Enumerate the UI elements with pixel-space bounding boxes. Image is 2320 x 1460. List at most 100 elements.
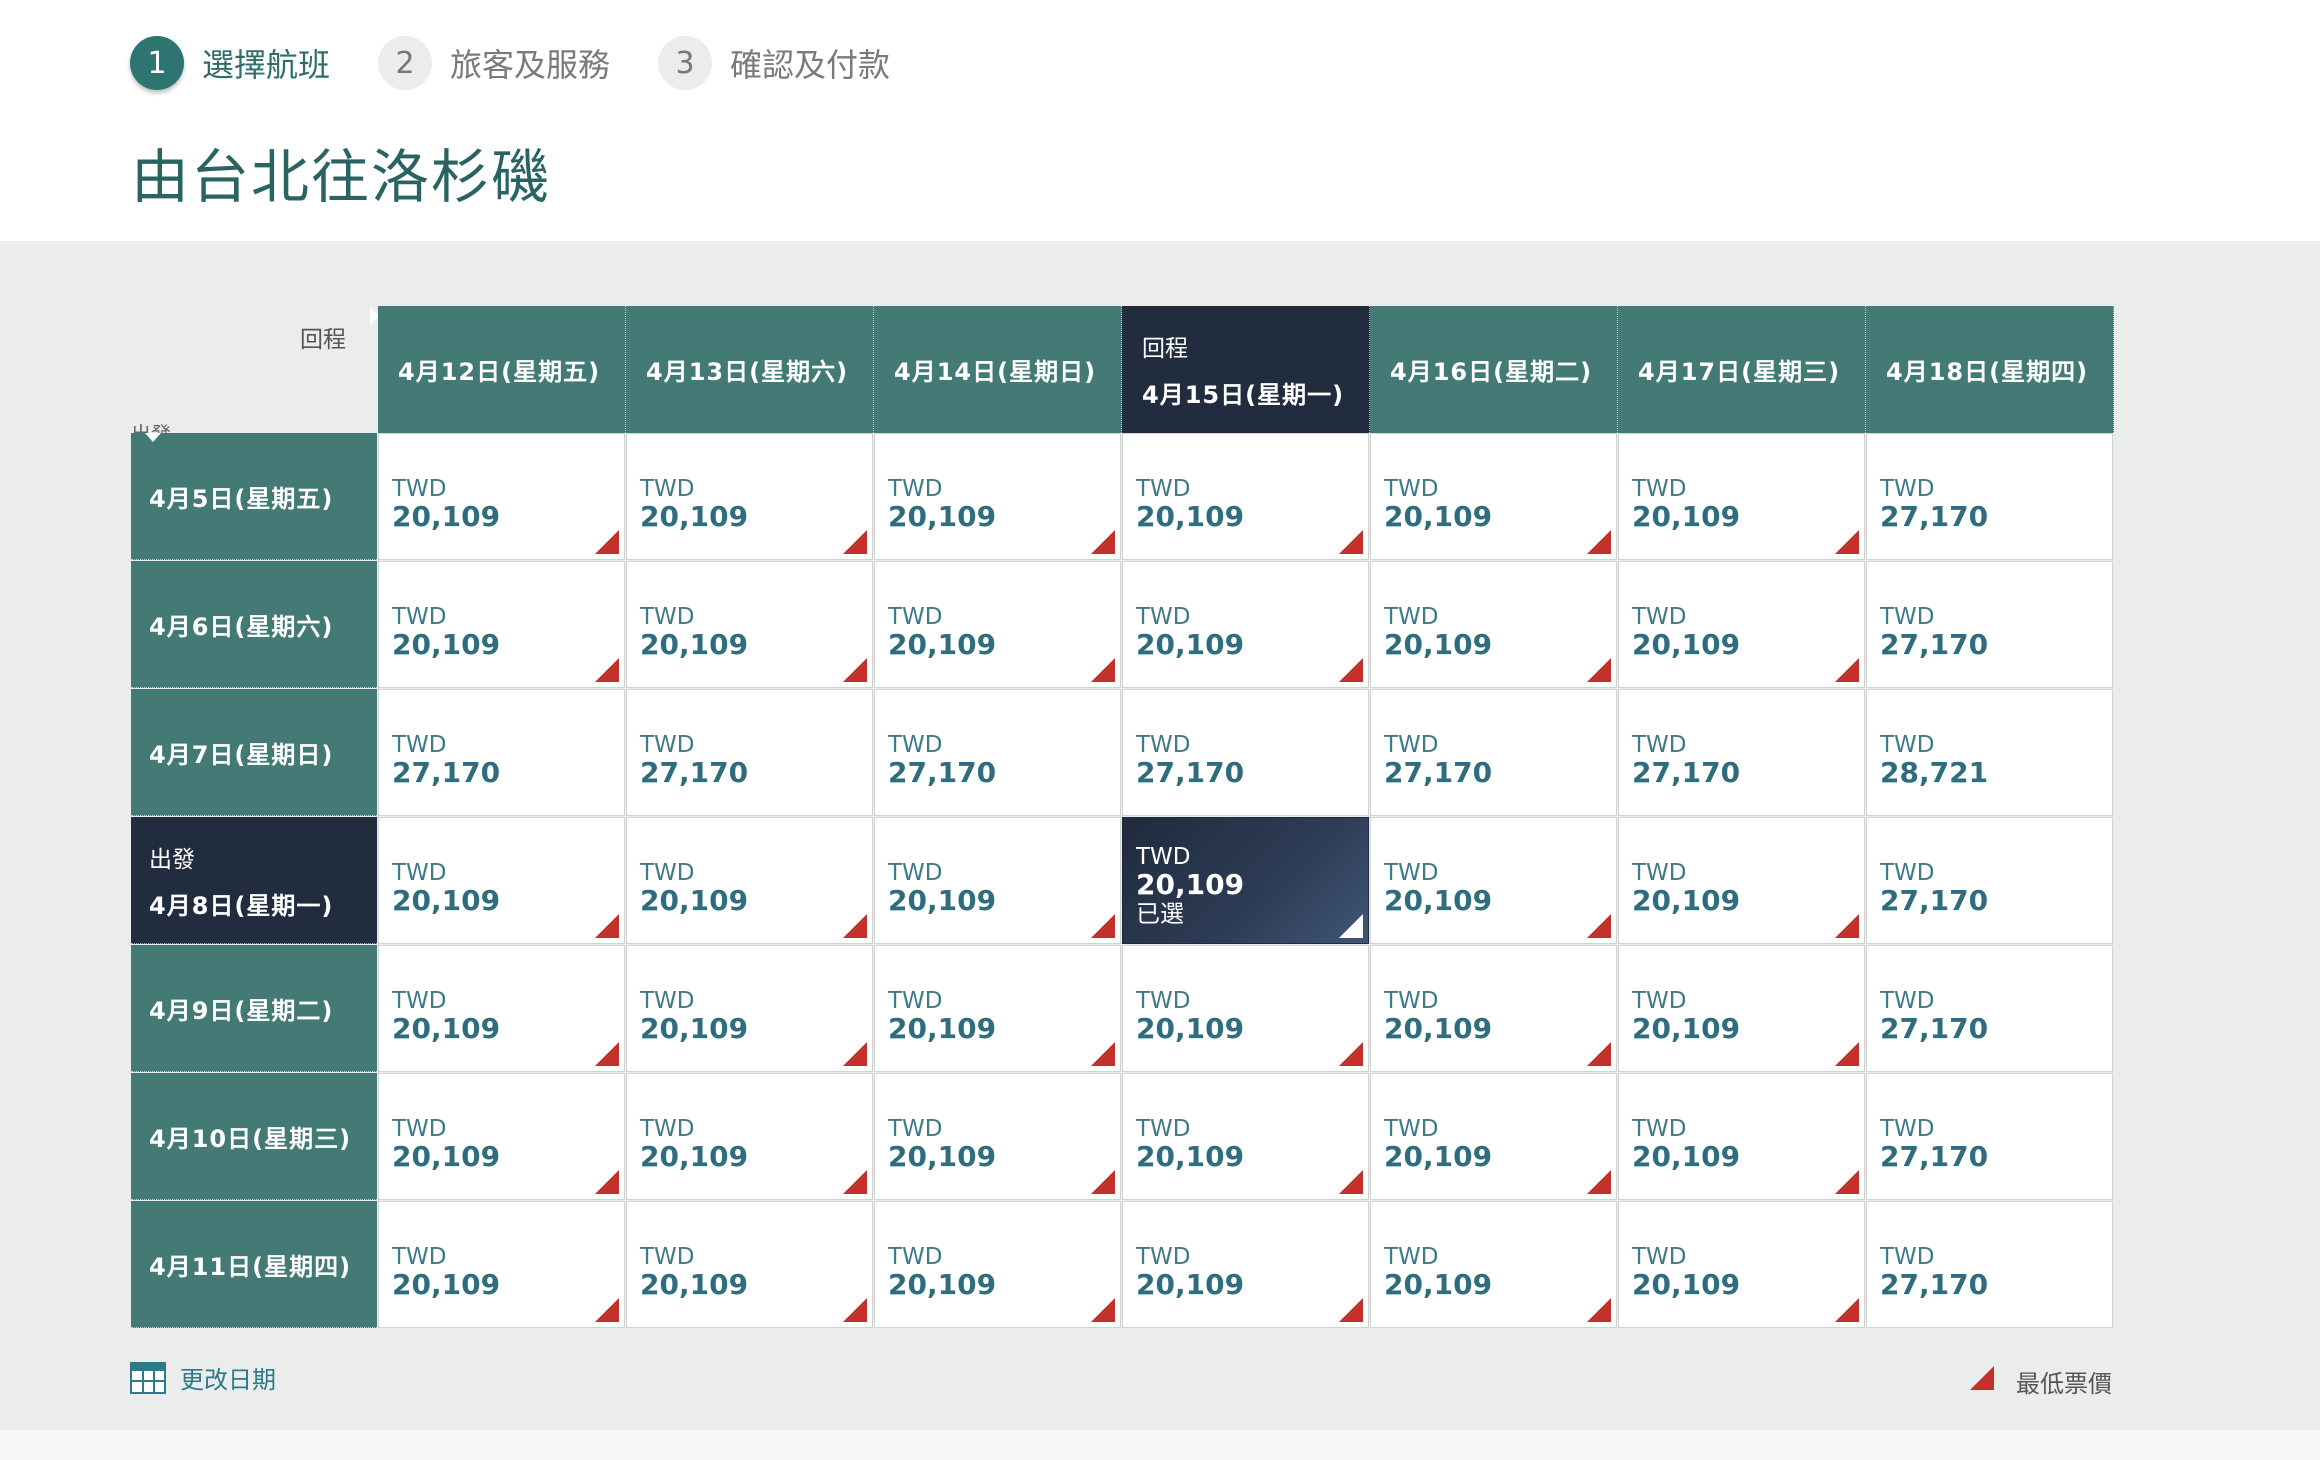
fare-cell[interactable]: TWD27,170已選 — [1866, 1073, 2113, 1200]
fare-cell[interactable]: TWD20,109已選 — [626, 433, 873, 560]
fare-cell[interactable]: TWD20,109已選 — [874, 433, 1121, 560]
fare-cell[interactable]: TWD20,109已選 — [1618, 817, 1865, 944]
lowest-fare-marker-icon — [1587, 914, 1611, 938]
fare-currency: TWD — [1632, 732, 1687, 758]
fare-cell[interactable]: TWD20,109已選 — [378, 561, 625, 688]
fare-cell[interactable]: TWD27,170已選 — [1370, 689, 1617, 816]
fare-cell[interactable]: TWD20,109已選 — [1122, 1073, 1369, 1200]
lowest-fare-marker-icon — [1835, 658, 1859, 682]
fare-cell[interactable]: TWD20,109已選 — [1370, 433, 1617, 560]
fare-cell[interactable]: TWD20,109已選 — [1618, 1201, 1865, 1328]
step-confirm-pay[interactable]: 3 確認及付款 — [658, 36, 890, 90]
fare-currency: TWD — [392, 1116, 447, 1142]
fare-cell[interactable]: TWD20,109已選 — [874, 945, 1121, 1072]
fare-cell[interactable]: TWD20,109已選 — [1618, 1073, 1865, 1200]
fare-amount: 20,109 — [1384, 1268, 1493, 1301]
return-date-header[interactable]: 回程4月16日(星期二) — [1370, 306, 1618, 433]
fare-amount: 20,109 — [640, 884, 749, 917]
change-date-label: 更改日期 — [180, 1366, 276, 1394]
fare-cell[interactable]: TWD27,170已選 — [1866, 1201, 2113, 1328]
fare-cell[interactable]: TWD20,109已選 — [1370, 945, 1617, 1072]
fare-amount: 27,170 — [1880, 1012, 1989, 1045]
return-date-header[interactable]: 回程4月12日(星期五) — [378, 306, 626, 433]
fare-cell[interactable]: TWD20,109已選 — [378, 433, 625, 560]
step-passengers-services[interactable]: 2 旅客及服務 — [378, 36, 610, 90]
lowest-fare-marker-icon — [1587, 1042, 1611, 1066]
fare-cell[interactable]: TWD20,109已選 — [378, 1201, 625, 1328]
step-select-flight[interactable]: 1 選擇航班 — [130, 36, 330, 90]
fare-cell[interactable]: TWD20,109已選 — [1370, 561, 1617, 688]
fare-cell[interactable]: TWD20,109已選 — [1618, 945, 1865, 1072]
fare-cell[interactable]: TWD27,170已選 — [1866, 945, 2113, 1072]
fare-cell[interactable]: TWD20,109已選 — [1122, 561, 1369, 688]
fare-amount: 20,109 — [392, 500, 501, 533]
fare-cell[interactable]: TWD20,109已選 — [378, 945, 625, 1072]
fare-cell[interactable]: TWD28,721已選 — [1866, 689, 2113, 816]
lowest-fare-marker-icon — [843, 914, 867, 938]
step-label: 選擇航班 — [202, 46, 331, 84]
depart-date-header[interactable]: 出發4月9日(星期二) — [131, 945, 377, 1072]
fare-currency: TWD — [1632, 1244, 1687, 1270]
fare-currency: TWD — [888, 988, 943, 1014]
return-date-header[interactable]: 回程4月14日(星期日) — [874, 306, 1122, 433]
fare-cell[interactable]: TWD20,109已選 — [1370, 1201, 1617, 1328]
fare-cell[interactable]: TWD20,109已選 — [1618, 433, 1865, 560]
fare-cell[interactable]: TWD27,170已選 — [378, 689, 625, 816]
fare-cell[interactable]: TWD20,109已選 — [1370, 1073, 1617, 1200]
fare-cell[interactable]: TWD20,109已選 — [626, 1073, 873, 1200]
return-date-header[interactable]: 回程4月18日(星期四) — [1866, 306, 2114, 433]
lowest-fare-marker-icon — [843, 658, 867, 682]
fare-cell[interactable]: TWD27,170已選 — [1618, 689, 1865, 816]
fare-cell[interactable]: TWD20,109已選 — [874, 1073, 1121, 1200]
fare-amount: 20,109 — [640, 500, 749, 533]
fare-cell[interactable]: TWD20,109已選 — [874, 1201, 1121, 1328]
depart-date: 4月11日(星期四) — [149, 1252, 352, 1281]
fare-currency: TWD — [888, 604, 943, 630]
depart-date-header[interactable]: 出發4月11日(星期四) — [131, 1201, 377, 1328]
fare-cell[interactable]: TWD27,170已選 — [1122, 689, 1369, 816]
fare-cell[interactable]: TWD20,109已選 — [874, 561, 1121, 688]
lowest-fare-marker-icon — [1091, 1298, 1115, 1322]
fare-cell[interactable]: TWD20,109已選 — [378, 817, 625, 944]
fare-amount: 20,109 — [888, 1012, 997, 1045]
depart-date-header[interactable]: 出發 4月8日(星期一) — [131, 817, 377, 944]
bottom-strip — [0, 1430, 2320, 1460]
fare-currency: TWD — [392, 476, 447, 502]
fare-cell[interactable]: TWD20,109已選 — [1122, 433, 1369, 560]
fare-amount: 20,109 — [640, 628, 749, 661]
fare-currency: TWD — [1880, 604, 1935, 630]
return-date-header[interactable]: 回程4月13日(星期六) — [626, 306, 874, 433]
fare-cell[interactable]: TWD20,109已選 — [626, 561, 873, 688]
fare-cell[interactable]: TWD20,109已選 — [874, 817, 1121, 944]
fare-cell[interactable]: TWD20,109已選 — [1122, 1201, 1369, 1328]
depart-date: 4月7日(星期日) — [149, 740, 334, 769]
depart-date: 4月8日(星期一) — [149, 891, 334, 920]
fare-cell[interactable]: TWD27,170已選 — [874, 689, 1121, 816]
fare-cell[interactable]: TWD20,109已選 — [626, 945, 873, 1072]
change-date-link[interactable]: 更改日期 — [130, 1360, 276, 1395]
fare-cell[interactable]: TWD20,109已選 — [378, 1073, 625, 1200]
fare-cell[interactable]: TWD20,109已選 — [626, 817, 873, 944]
fare-cell[interactable]: TWD20,109已選 — [1122, 817, 1369, 944]
fare-amount: 20,109 — [1136, 868, 1245, 901]
depart-date-header[interactable]: 出發4月6日(星期六) — [131, 561, 377, 688]
fare-cell[interactable]: TWD20,109已選 — [1122, 945, 1369, 1072]
fare-cell[interactable]: TWD27,170已選 — [1866, 817, 2113, 944]
return-date-header[interactable]: 回程 4月15日(星期一) — [1122, 306, 1370, 433]
depart-date-header[interactable]: 出發4月10日(星期三) — [131, 1073, 377, 1200]
fare-cell[interactable]: TWD20,109已選 — [1370, 817, 1617, 944]
fare-cell[interactable]: TWD20,109已選 — [626, 1201, 873, 1328]
return-date-header[interactable]: 回程4月17日(星期三) — [1618, 306, 1866, 433]
depart-date-header[interactable]: 出發4月7日(星期日) — [131, 689, 377, 816]
fare-cell[interactable]: TWD20,109已選 — [1618, 561, 1865, 688]
calendar-icon — [130, 1361, 166, 1394]
fare-currency: TWD — [1384, 476, 1439, 502]
fare-cell[interactable]: TWD27,170已選 — [1866, 433, 2113, 560]
fare-currency: TWD — [1136, 476, 1191, 502]
fare-cell[interactable]: TWD27,170已選 — [626, 689, 873, 816]
lowest-fare-marker-icon — [843, 530, 867, 554]
fare-cell[interactable]: TWD27,170已選 — [1866, 561, 2113, 688]
depart-date-header[interactable]: 出發4月5日(星期五) — [131, 433, 377, 560]
fare-currency: TWD — [1880, 860, 1935, 886]
lowest-fare-marker-icon — [1835, 1298, 1859, 1322]
